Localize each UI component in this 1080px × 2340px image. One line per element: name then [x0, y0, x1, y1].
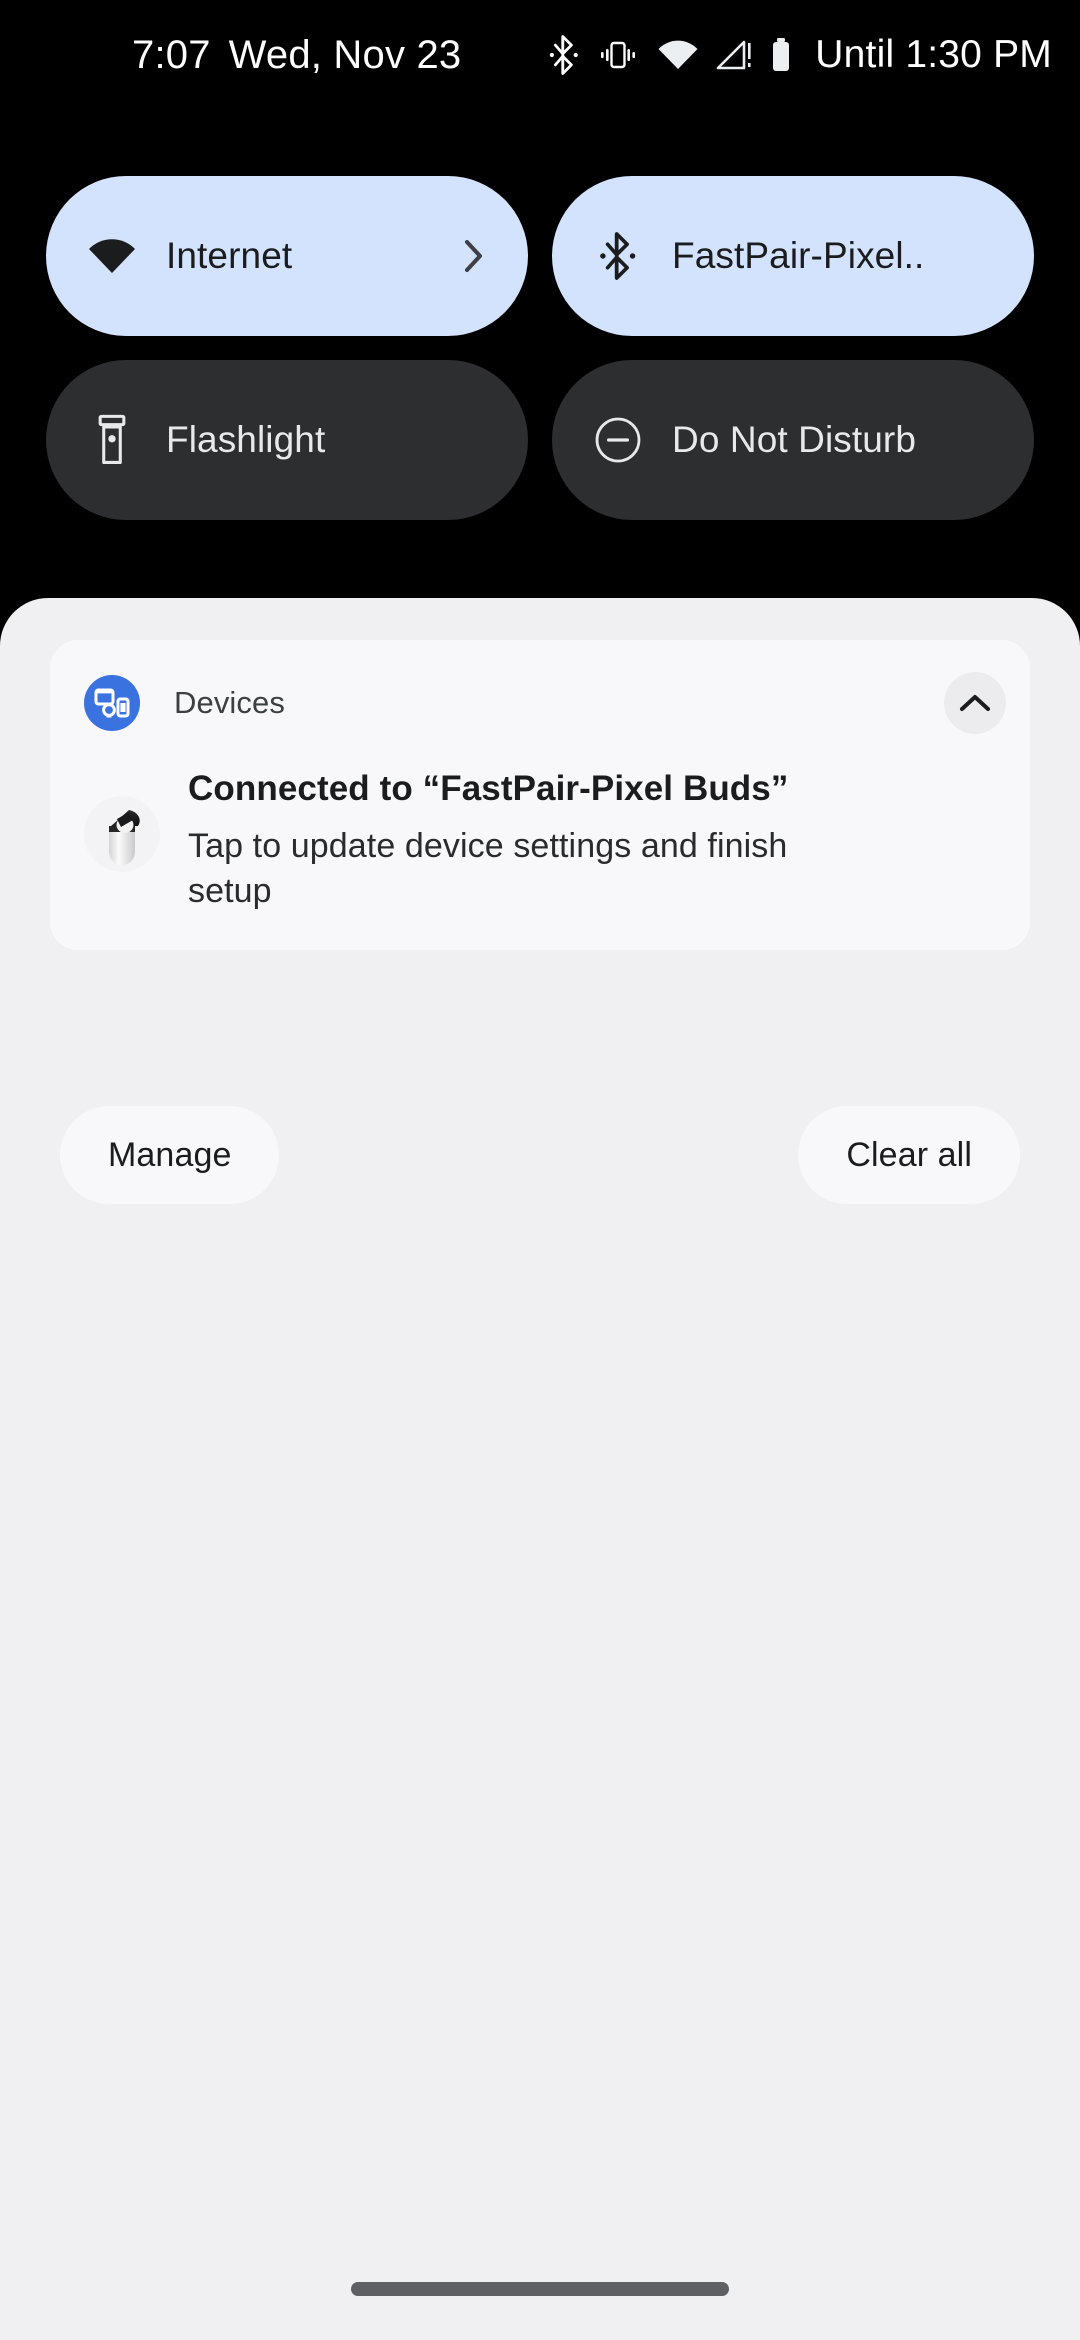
- wifi-icon: [657, 39, 699, 71]
- qs-tile-bluetooth[interactable]: FastPair-Pixel..: [552, 176, 1034, 336]
- quick-settings-grid: Internet FastPair-Pixel.. Flashlight Do …: [46, 176, 1034, 520]
- qs-tile-label-flashlight: Flashlight: [166, 419, 326, 460]
- signal-no-service-icon: [716, 39, 752, 71]
- status-bar-clock: 7:07: [132, 32, 211, 77]
- notification-title: Connected to “FastPair-Pixel Buds”: [188, 769, 789, 808]
- qs-tile-label-internet: Internet: [166, 235, 293, 276]
- status-bar-date: Wed, Nov 23: [228, 32, 462, 77]
- shade-action-row: Manage Clear all: [60, 1106, 1020, 1204]
- bluetooth-icon: [549, 34, 579, 76]
- notification-header: Devices: [50, 668, 1030, 738]
- notification-subtitle: Tap to update device settings and finish…: [188, 826, 788, 910]
- android-notification-shade: 7:07 Wed, Nov 23 Until 1:30 PM Internet …: [0, 0, 1080, 2340]
- battery-saver-text: Until 1:30 PM: [815, 33, 1052, 76]
- flashlight-icon: [86, 414, 138, 466]
- qs-tile-flashlight[interactable]: Flashlight: [46, 360, 528, 520]
- notification-text-block: Connected to “FastPair-Pixel Buds” Tap t…: [188, 762, 990, 914]
- home-gesture-pill[interactable]: [351, 2282, 729, 2296]
- do-not-disturb-icon: [592, 414, 644, 466]
- wifi-icon: [86, 230, 138, 282]
- pixel-buds-case-image: [84, 796, 160, 872]
- manage-button[interactable]: Manage: [60, 1106, 280, 1204]
- notification-card-devices[interactable]: Devices Connected to “FastPair-Pixel Bud…: [50, 640, 1030, 950]
- qs-tile-label-do-not-disturb: Do Not Disturb: [672, 419, 917, 460]
- qs-tile-label-bluetooth: FastPair-Pixel..: [672, 235, 925, 276]
- chevron-right-icon[interactable]: [464, 239, 484, 273]
- status-bar-icons: Until 1:30 PM: [549, 0, 1052, 110]
- vibrate-icon: [596, 39, 640, 71]
- qs-tile-internet[interactable]: Internet: [46, 176, 528, 336]
- notification-shade-panel: Devices Connected to “FastPair-Pixel Bud…: [0, 598, 1080, 2340]
- devices-icon: [84, 675, 140, 731]
- battery-icon: [769, 37, 793, 73]
- status-bar: 7:07 Wed, Nov 23 Until 1:30 PM: [0, 0, 1080, 110]
- notification-body[interactable]: Connected to “FastPair-Pixel Buds” Tap t…: [50, 738, 1030, 914]
- clear-all-button[interactable]: Clear all: [798, 1106, 1020, 1204]
- notification-app-name: Devices: [174, 685, 285, 720]
- bluetooth-icon: [592, 230, 644, 282]
- chevron-up-icon[interactable]: [944, 672, 1006, 734]
- qs-tile-do-not-disturb[interactable]: Do Not Disturb: [552, 360, 1034, 520]
- status-bar-left: 7:07 Wed, Nov 23: [132, 33, 461, 78]
